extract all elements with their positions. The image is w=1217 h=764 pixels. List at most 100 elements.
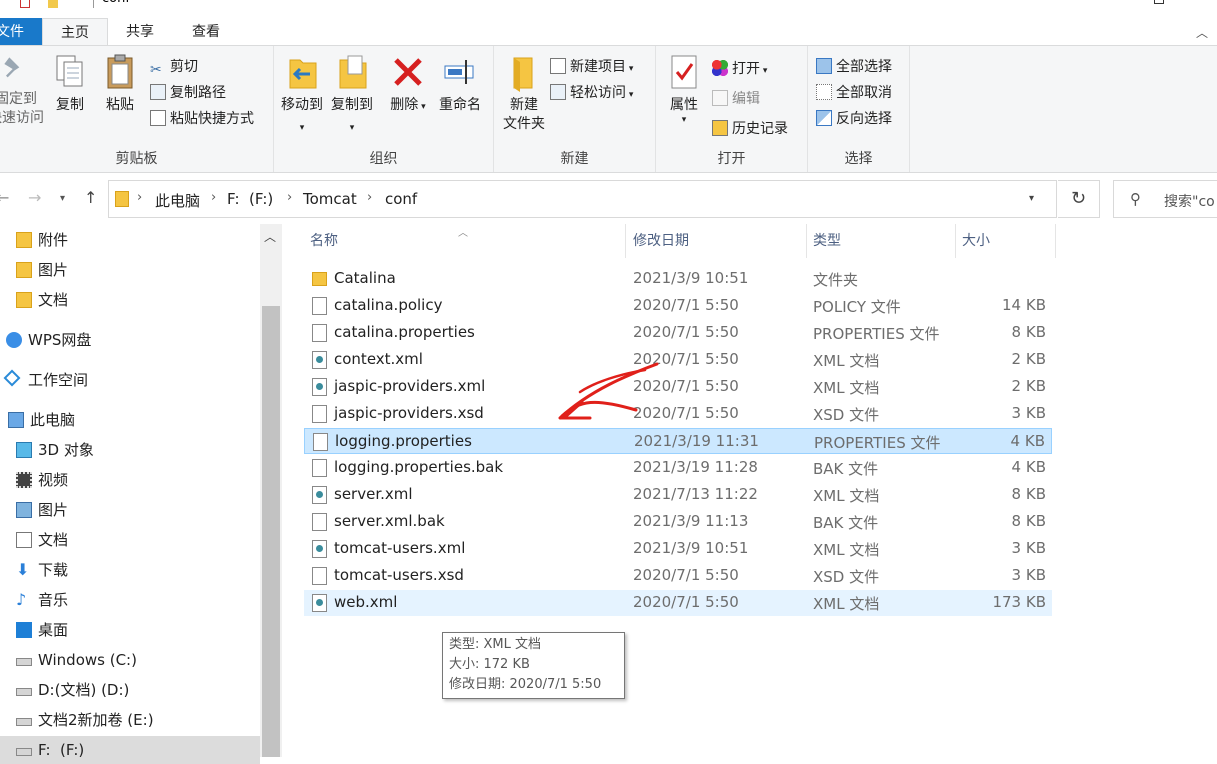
sidebar-item[interactable]: F: (F:)	[0, 736, 260, 764]
properties-dropdown-icon[interactable]: ▾	[662, 115, 706, 125]
refresh-icon[interactable]: ↻	[1058, 180, 1100, 218]
pin-quick-access-button[interactable]: 固定到 快速访问	[0, 52, 44, 128]
sidebar-item[interactable]: 附件	[0, 226, 260, 254]
tooltip-modified: 修改日期: 2020/7/1 5:50	[449, 677, 602, 692]
sidebar-item[interactable]: 工作空间	[0, 366, 260, 394]
table-row[interactable]: catalina.properties 2020/7/1 5:50 PROPERTI…	[304, 320, 1052, 346]
table-row[interactable]: tomcat-users.xml 2021/3/9 10:51 XML 文档 3 KB	[304, 536, 1052, 562]
copy-path-button[interactable]: 复制路径	[150, 82, 226, 104]
select-all-button[interactable]: 全部选择	[816, 56, 892, 78]
edit-button[interactable]: 编辑	[712, 88, 760, 110]
sidebar-item-label: F: (F:)	[38, 741, 85, 759]
sidebar-item[interactable]: ♪ 音乐	[0, 586, 260, 614]
breadcrumb-this-pc[interactable]: 此电脑	[155, 190, 200, 211]
delete-button[interactable]: 删除 ▾	[386, 52, 430, 117]
column-header-date[interactable]: 修改日期	[627, 224, 807, 258]
xml-badge-icon	[316, 545, 323, 552]
breadcrumb-tomcat[interactable]: Tomcat	[303, 190, 357, 208]
recent-chevron-down-icon[interactable]: ▾	[60, 193, 65, 204]
ribbon-tabs: 文件 主页 共享 查看	[0, 18, 1217, 46]
column-header-type[interactable]: 类型	[807, 224, 956, 258]
column-header-size[interactable]: 大小	[956, 224, 1056, 258]
table-row[interactable]: catalina.policy 2020/7/1 5:50 POLICY 文件 14 …	[304, 293, 1052, 319]
ribbon-expand-chevron-icon[interactable]: ︿	[1196, 24, 1212, 40]
file-type: XSD 文件	[813, 406, 880, 424]
new-folder-label-1: 新建	[510, 97, 538, 113]
open-label: 打开	[732, 61, 760, 77]
table-row[interactable]: logging.properties.bak 2021/3/19 11:28 BAK…	[304, 455, 1052, 481]
copy-button[interactable]: 复制	[50, 52, 90, 115]
sidebar-item[interactable]: 图片	[0, 496, 260, 524]
history-button[interactable]: 历史记录	[712, 118, 788, 140]
breadcrumb-conf[interactable]: conf	[385, 190, 417, 208]
sidebar-item[interactable]: WPS网盘	[0, 326, 260, 354]
folder-quick-icon[interactable]	[48, 0, 59, 8]
sidebar-item[interactable]: 3D 对象	[0, 436, 260, 464]
breadcrumb-separator-icon[interactable]: ›	[211, 190, 216, 205]
properties-quick-icon[interactable]	[20, 0, 30, 8]
new-folder-label-2: 文件夹	[503, 116, 545, 132]
table-row[interactable]: Catalina 2021/3/9 10:51 文件夹	[304, 266, 1052, 292]
invert-selection-button[interactable]: 反向选择	[816, 108, 892, 130]
new-item-button[interactable]: 新建项目 ▾	[550, 56, 633, 78]
sidebar-item-label: 图片	[38, 261, 69, 279]
open-button[interactable]: 打开 ▾	[712, 58, 767, 80]
sidebar-item[interactable]: 文档	[0, 526, 260, 554]
table-row[interactable]: server.xml 2021/7/13 11:22 XML 文档 8 KB	[304, 482, 1052, 508]
tab-home[interactable]: 主页	[42, 18, 108, 46]
copy-to-button[interactable]: 复制到 ▾	[328, 52, 376, 138]
file-type: XML 文档	[813, 595, 880, 613]
select-none-button[interactable]: 全部取消	[816, 82, 892, 104]
table-row[interactable]: jaspic-providers.xml 2020/7/1 5:50 XML 文档 2…	[304, 374, 1052, 400]
easy-access-button[interactable]: 轻松访问 ▾	[550, 82, 633, 104]
sidebar-item[interactable]: ⬇ 下载	[0, 556, 260, 584]
table-row[interactable]: jaspic-providers.xsd 2020/7/1 5:50 XSD 文件 3…	[304, 401, 1052, 427]
tab-file[interactable]: 文件	[0, 18, 42, 46]
up-arrow-icon[interactable]: ↑	[84, 188, 97, 207]
table-row[interactable]: server.xml.bak 2021/3/9 11:13 BAK 文件 8 KB	[304, 509, 1052, 535]
xml-badge-icon	[316, 383, 323, 390]
sidebar-item[interactable]: D:(文档) (D:)	[0, 676, 260, 704]
scrollbar-thumb[interactable]	[262, 306, 280, 757]
table-row[interactable]: logging.properties 2021/3/19 11:31 PROPERT…	[304, 428, 1052, 454]
back-arrow-icon[interactable]: ←	[0, 188, 9, 207]
quick-access-toolbar[interactable]: ▾	[20, 0, 80, 8]
forward-arrow-icon[interactable]: →	[28, 188, 41, 207]
move-to-button[interactable]: 移动到 ▾	[278, 52, 326, 138]
sidebar-item-label: D:(文档) (D:)	[38, 681, 130, 699]
sidebar-item[interactable]: 图片	[0, 256, 260, 284]
breadcrumb-separator-icon[interactable]: ›	[137, 190, 142, 205]
tab-view[interactable]: 查看	[182, 18, 230, 46]
file-size: 4 KB	[1011, 458, 1046, 476]
file-icon	[313, 433, 328, 451]
address-dropdown-chevron-icon[interactable]: ▾	[1029, 193, 1034, 204]
sidebar-item[interactable]: 文档	[0, 286, 260, 314]
address-bar[interactable]: › 此电脑 › F: (F:) › Tomcat › conf ▾	[108, 180, 1057, 218]
breadcrumb-separator-icon[interactable]: ›	[367, 190, 372, 205]
rename-button[interactable]: 重命名	[434, 52, 486, 115]
properties-button[interactable]: 属性 ▾	[662, 52, 706, 125]
breadcrumb-drive-f[interactable]: F: (F:)	[227, 190, 273, 208]
file-date: 2021/7/13 11:22	[633, 485, 758, 503]
sidebar-item[interactable]: 桌面	[0, 616, 260, 644]
sidebar-item[interactable]: 此电脑	[0, 406, 260, 434]
cut-button[interactable]: ✂ 剪切	[150, 56, 198, 78]
scroll-up-chevron-icon[interactable]: ︿	[264, 228, 276, 245]
breadcrumb-separator-icon[interactable]: ›	[287, 190, 292, 205]
sidebar-item[interactable]: Windows (C:)	[0, 646, 260, 674]
table-row[interactable]: context.xml 2020/7/1 5:50 XML 文档 2 KB	[304, 347, 1052, 373]
new-folder-button[interactable]: 新建 文件夹	[498, 52, 550, 134]
computer-icon	[8, 412, 24, 428]
sidebar-item[interactable]: 文档2新加卷 (E:)	[0, 706, 260, 734]
paste-button[interactable]: 粘贴	[100, 52, 140, 115]
file-name: jaspic-providers.xsd	[334, 404, 484, 422]
search-input[interactable]: ⚲ 搜索"co	[1113, 180, 1217, 218]
paste-shortcut-button[interactable]: 粘贴快捷方式	[150, 108, 254, 130]
navigation-scrollbar[interactable]: ︿	[260, 224, 282, 757]
table-row[interactable]: web.xml 2020/7/1 5:50 XML 文档 173 KB	[304, 590, 1052, 616]
file-size: 173 KB	[992, 593, 1046, 611]
table-row[interactable]: tomcat-users.xsd 2020/7/1 5:50 XSD 文件 3 KB	[304, 563, 1052, 589]
tab-share[interactable]: 共享	[116, 18, 164, 46]
maximize-icon[interactable]	[1154, 0, 1164, 4]
sidebar-item[interactable]: 视频	[0, 466, 260, 494]
